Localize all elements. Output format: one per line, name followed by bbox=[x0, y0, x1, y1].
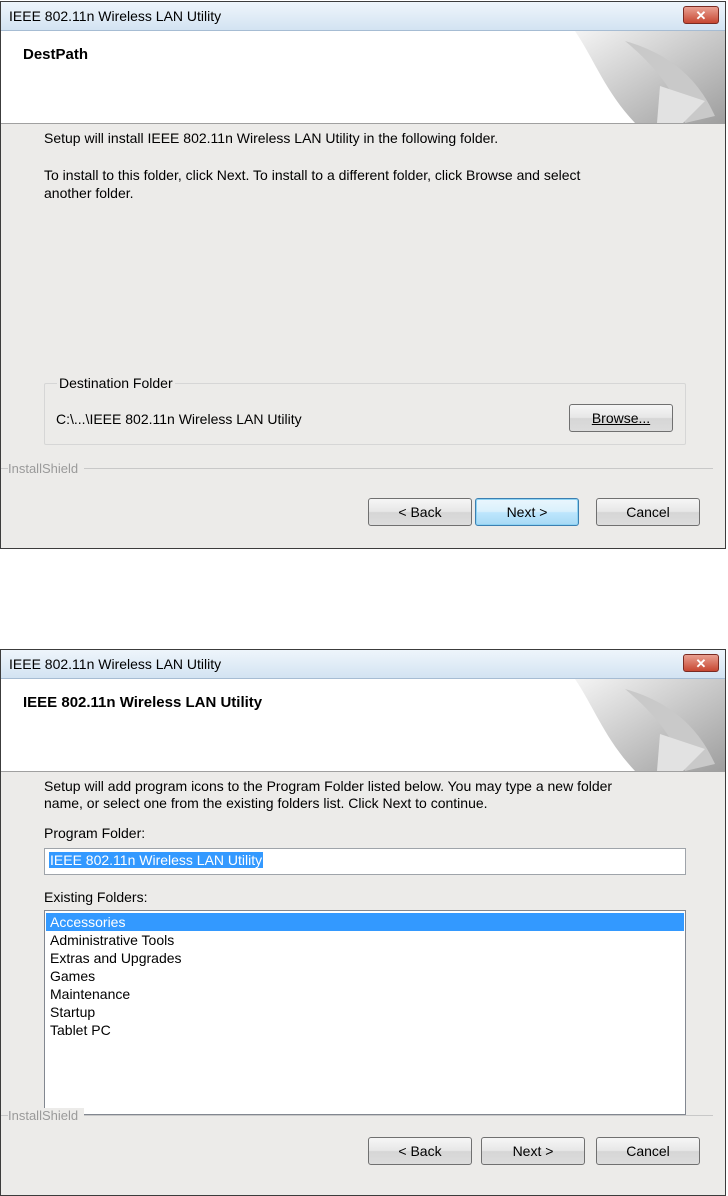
program-folder-value: IEEE 802.11n Wireless LAN Utility bbox=[49, 852, 264, 868]
folder-list-item[interactable]: Extras and Upgrades bbox=[46, 949, 684, 967]
next-button[interactable]: Next > bbox=[481, 1137, 585, 1165]
window-title: IEEE 802.11n Wireless LAN Utility bbox=[9, 656, 222, 672]
divider-line bbox=[1, 468, 713, 469]
cancel-button[interactable]: Cancel bbox=[596, 1137, 700, 1165]
cancel-button[interactable]: Cancel bbox=[596, 498, 700, 526]
installshield-label: InstallShield bbox=[8, 1108, 85, 1123]
browse-label: Browse... bbox=[591, 410, 651, 426]
program-folder-label: Program Folder: bbox=[44, 825, 146, 841]
existing-folders-label: Existing Folders: bbox=[44, 889, 148, 905]
header-banner: DestPath bbox=[1, 31, 725, 124]
folder-list-item[interactable]: Maintenance bbox=[46, 985, 684, 1003]
page-title: IEEE 802.11n Wireless LAN Utility bbox=[23, 694, 263, 711]
instructions-line-2: another folder. bbox=[44, 185, 134, 201]
back-button[interactable]: < Back bbox=[368, 498, 472, 526]
folder-list-item[interactable]: Tablet PC bbox=[46, 1021, 684, 1039]
installer-banner-graphic bbox=[575, 679, 725, 771]
close-button[interactable]: ✕ bbox=[683, 654, 719, 672]
title-bar[interactable]: IEEE 802.11n Wireless LAN Utility ✕ bbox=[1, 2, 725, 31]
installshield-label: InstallShield bbox=[8, 461, 85, 476]
program-folder-dialog: IEEE 802.11n Wireless LAN Utility ✕ IEEE… bbox=[0, 649, 726, 1196]
installer-banner-graphic bbox=[575, 31, 725, 123]
destpath-dialog: IEEE 802.11n Wireless LAN Utility ✕ Dest… bbox=[0, 1, 726, 549]
destination-path: C:\...\IEEE 802.11n Wireless LAN Utility bbox=[56, 411, 302, 427]
close-button[interactable]: ✕ bbox=[683, 6, 719, 24]
window-title: IEEE 802.11n Wireless LAN Utility bbox=[9, 8, 222, 24]
instructions-line-1: To install to this folder, click Next. T… bbox=[44, 167, 581, 183]
back-button[interactable]: < Back bbox=[368, 1137, 472, 1165]
title-bar[interactable]: IEEE 802.11n Wireless LAN Utility ✕ bbox=[1, 650, 725, 679]
installshield-divider: InstallShield bbox=[1, 1108, 713, 1123]
intro-line-1: Setup will add program icons to the Prog… bbox=[44, 778, 613, 794]
folder-list-item[interactable]: Administrative Tools bbox=[46, 931, 684, 949]
destination-folder-label: Destination Folder bbox=[57, 375, 175, 391]
folder-list-item[interactable]: Games bbox=[46, 967, 684, 985]
browse-button[interactable]: Browse... bbox=[569, 404, 673, 432]
folder-list-item[interactable]: Accessories bbox=[46, 913, 684, 931]
folder-list-item[interactable]: Startup bbox=[46, 1003, 684, 1021]
next-button[interactable]: Next > bbox=[475, 498, 579, 526]
page-title: DestPath bbox=[23, 46, 89, 63]
header-banner: IEEE 802.11n Wireless LAN Utility bbox=[1, 679, 725, 772]
existing-folders-list[interactable]: Accessories Administrative Tools Extras an… bbox=[44, 910, 686, 1115]
installshield-divider: InstallShield bbox=[1, 461, 713, 476]
program-folder-input[interactable]: IEEE 802.11n Wireless LAN Utility bbox=[44, 848, 686, 875]
divider-line bbox=[1, 1115, 713, 1116]
intro-text: Setup will install IEEE 802.11n Wireless… bbox=[44, 130, 499, 146]
intro-line-2: name, or select one from the existing fo… bbox=[44, 795, 488, 811]
